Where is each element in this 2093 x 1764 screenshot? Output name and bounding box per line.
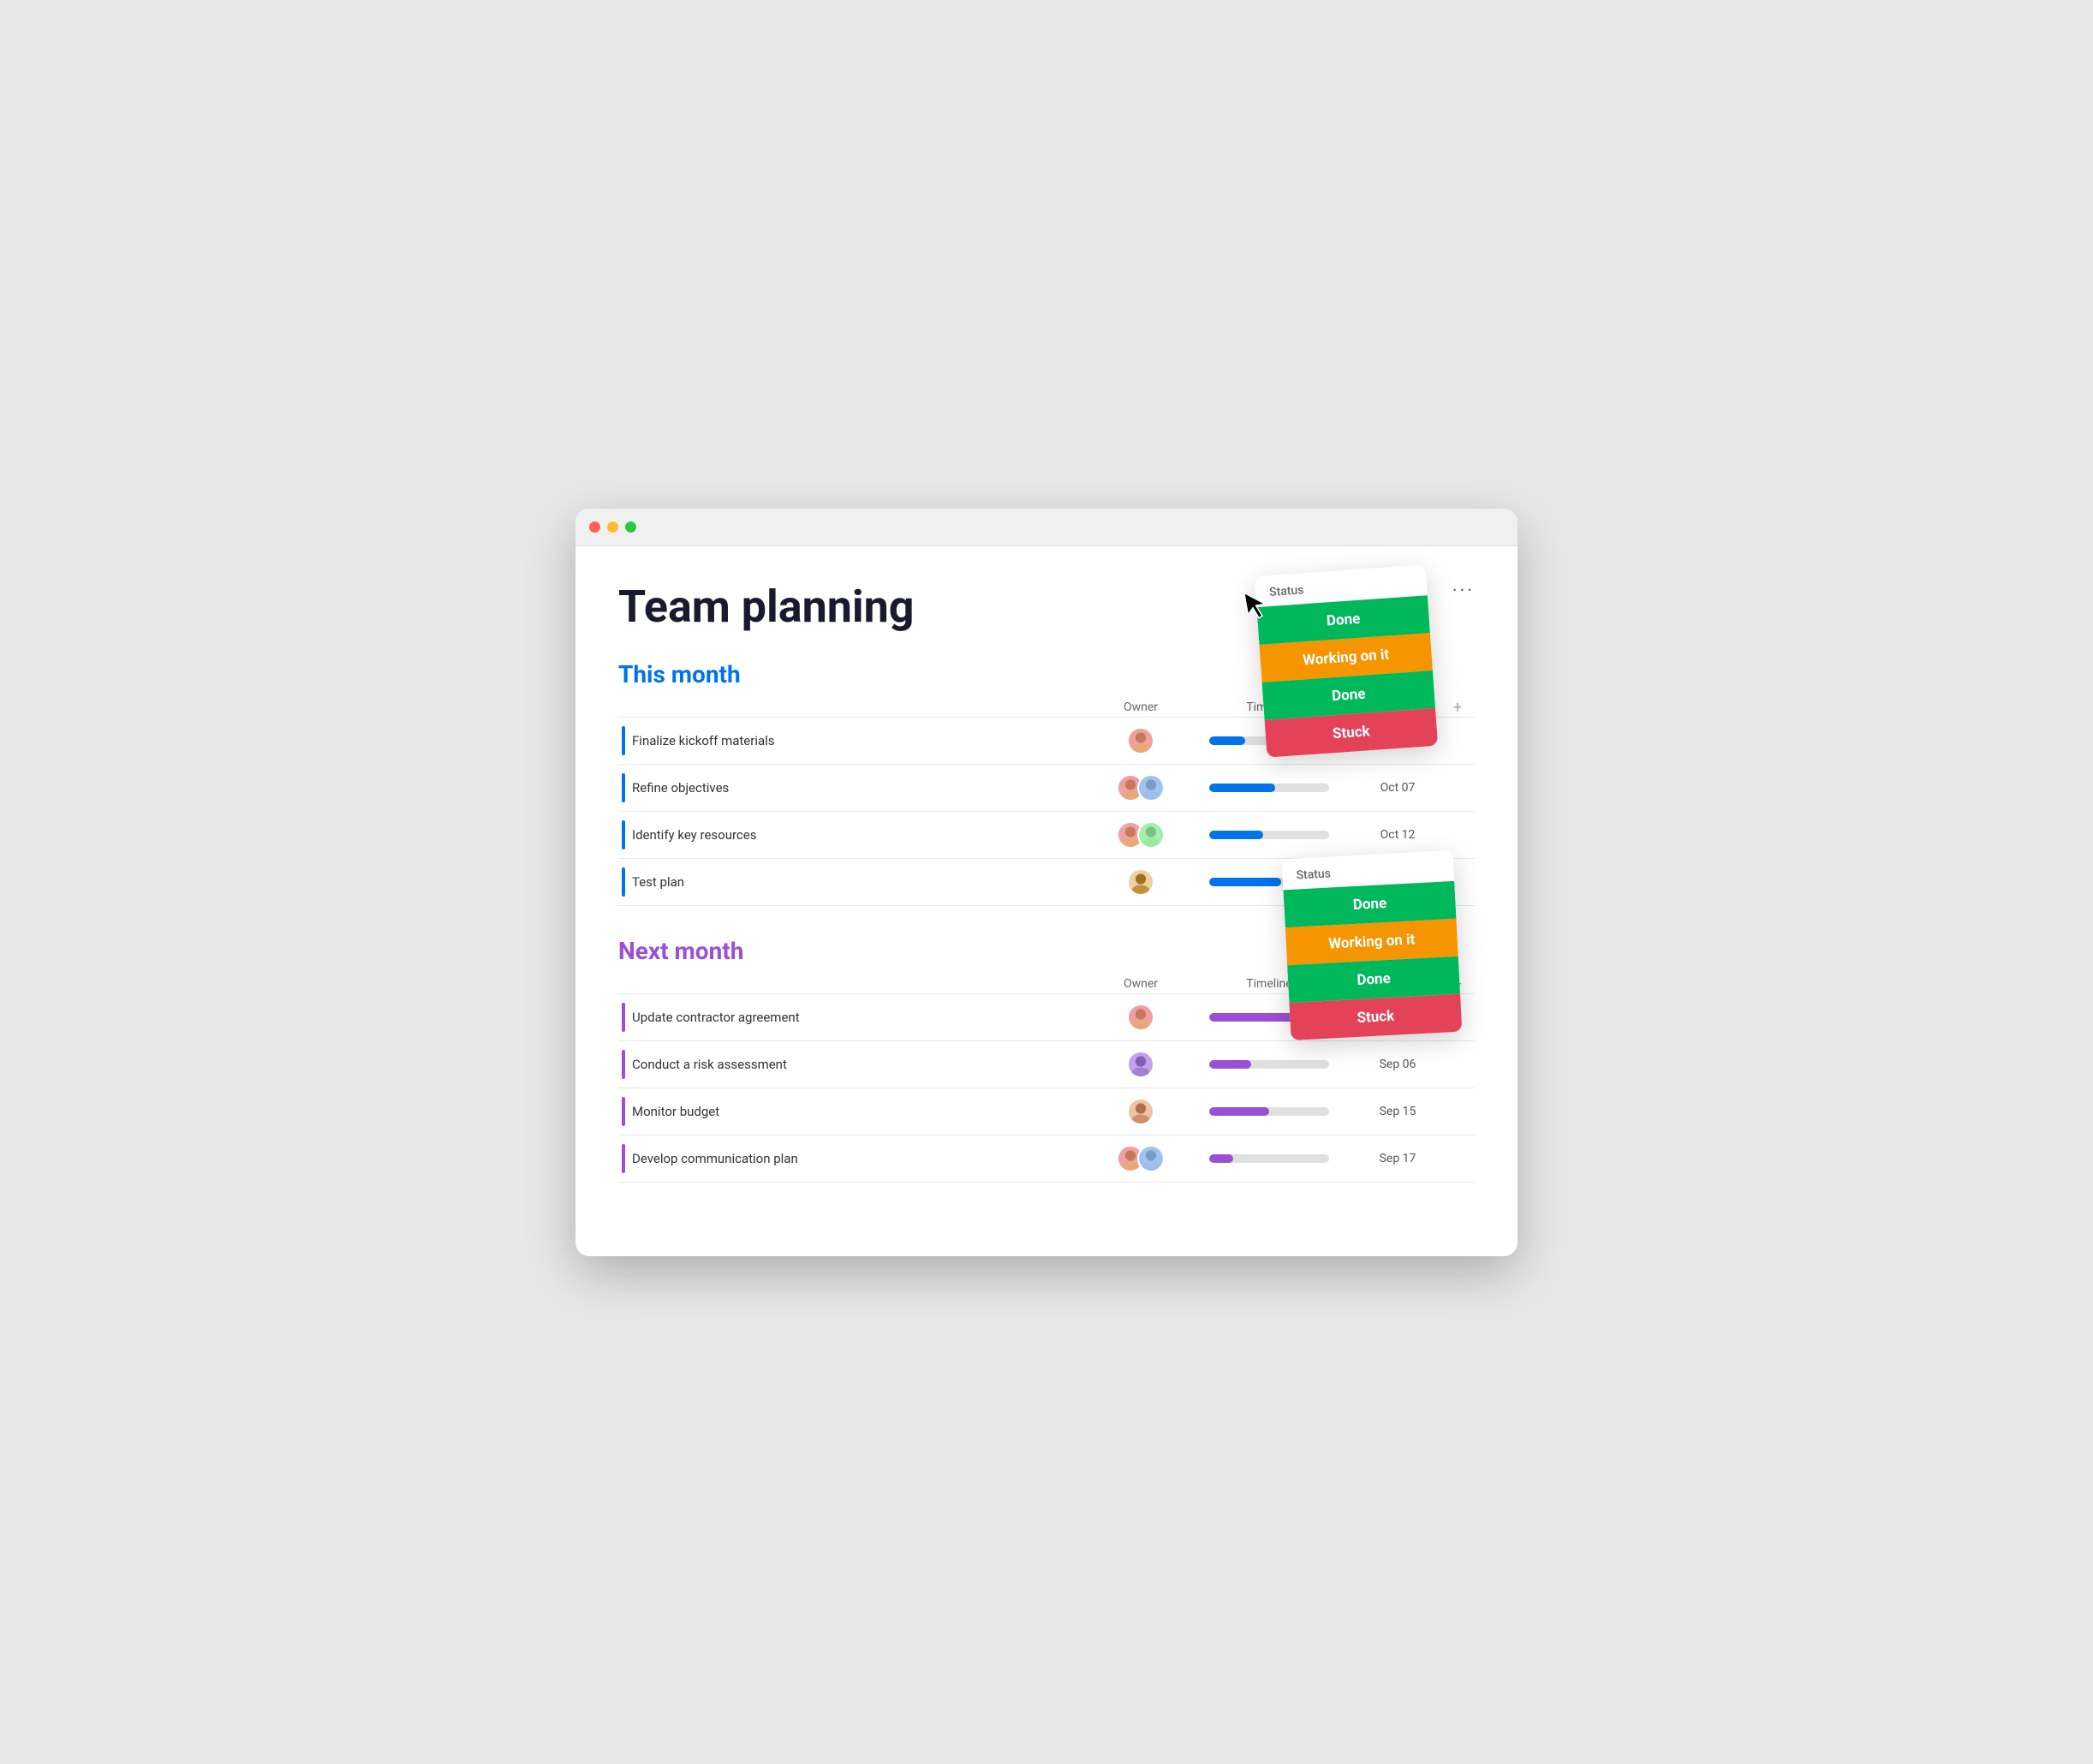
browser-content: ··· Team planning This month Owner Timel… <box>575 546 1518 1256</box>
table-row: Conduct a risk assessment Sep 06 <box>618 1040 1475 1088</box>
traffic-lights <box>589 521 636 533</box>
timeline-bar-fill <box>1209 831 1263 839</box>
avatar-group <box>1127 1098 1154 1125</box>
avatar <box>1127 727 1154 754</box>
timeline-bar-fill <box>1209 878 1281 886</box>
task-date: Sep 06 <box>1355 1058 1440 1071</box>
timeline-bar-container <box>1209 831 1329 839</box>
task-owner <box>1098 821 1184 849</box>
avatar <box>1127 1098 1154 1125</box>
avatar <box>1127 1004 1154 1031</box>
task-timeline <box>1184 1154 1355 1163</box>
timeline-bar-fill <box>1209 1013 1299 1022</box>
avatar-group <box>1127 868 1154 896</box>
col-header-add-1[interactable]: + <box>1440 699 1475 717</box>
section-bar <box>622 1050 625 1079</box>
status-card-1: Status Done Working on it Done Stuck <box>1255 564 1438 757</box>
task-name: Monitor budget <box>632 1104 719 1119</box>
avatar-group <box>1127 1004 1154 1031</box>
close-button[interactable] <box>589 521 600 533</box>
timeline-bar-fill <box>1209 736 1245 745</box>
section-bar <box>622 1003 625 1032</box>
avatar-group <box>1117 774 1165 802</box>
avatar-group <box>1117 1145 1165 1172</box>
task-timeline <box>1184 1107 1355 1116</box>
avatar <box>1127 1051 1154 1078</box>
task-owner <box>1098 1004 1184 1031</box>
table-row: Monitor budget Sep 15 <box>618 1088 1475 1135</box>
timeline-bar-fill <box>1209 784 1275 792</box>
status-card-2: Status Done Working on it Done Stuck <box>1282 849 1463 1040</box>
col-header-owner-1: Owner <box>1098 700 1184 714</box>
more-menu-button[interactable]: ··· <box>1452 581 1475 602</box>
task-timeline <box>1184 831 1355 839</box>
maximize-button[interactable] <box>625 521 636 533</box>
minimize-button[interactable] <box>607 521 618 533</box>
task-name-cell: Monitor budget <box>618 1097 1098 1126</box>
task-date: Sep 17 <box>1355 1152 1440 1165</box>
avatar <box>1137 821 1165 849</box>
timeline-bar-container <box>1209 1154 1329 1163</box>
task-owner <box>1098 868 1184 896</box>
task-name-cell: Finalize kickoff materials <box>618 726 1098 755</box>
task-name-cell: Refine objectives <box>618 773 1098 802</box>
task-date: Oct 07 <box>1355 781 1440 795</box>
task-name: Conduct a risk assessment <box>632 1057 787 1072</box>
section-bar <box>622 1144 625 1173</box>
task-name-cell: Update contractor agreement <box>618 1003 1098 1032</box>
browser-window: ··· Team planning This month Owner Timel… <box>575 509 1518 1256</box>
avatar-group <box>1127 1051 1154 1078</box>
section-bar <box>622 820 625 849</box>
task-owner <box>1098 1145 1184 1172</box>
table-row: Develop communication plan <box>618 1135 1475 1183</box>
task-date: Sep 15 <box>1355 1105 1440 1118</box>
task-date: Oct 12 <box>1355 828 1440 842</box>
task-name: Finalize kickoff materials <box>632 733 775 748</box>
task-name: Identify key resources <box>632 827 756 843</box>
timeline-bar-container <box>1209 1060 1329 1069</box>
avatar <box>1127 868 1154 896</box>
avatar <box>1137 774 1165 802</box>
avatar-group <box>1127 727 1154 754</box>
task-name-cell: Test plan <box>618 867 1098 897</box>
col-header-owner-2: Owner <box>1098 977 1184 991</box>
timeline-bar-fill <box>1209 1060 1251 1069</box>
section-title-this-month: This month <box>618 660 741 688</box>
avatar-group <box>1117 821 1165 849</box>
section-bar <box>622 1097 625 1126</box>
section-bar <box>622 773 625 802</box>
task-name: Develop communication plan <box>632 1151 798 1166</box>
task-timeline <box>1184 1060 1355 1069</box>
task-owner <box>1098 1051 1184 1078</box>
timeline-bar-fill <box>1209 1154 1233 1163</box>
task-owner <box>1098 1098 1184 1125</box>
timeline-bar-container <box>1209 784 1329 792</box>
avatar <box>1137 1145 1165 1172</box>
task-name-cell: Identify key resources <box>618 820 1098 849</box>
task-timeline <box>1184 784 1355 792</box>
section-title-next-month: Next month <box>618 937 743 965</box>
task-name: Test plan <box>632 874 684 890</box>
task-name-cell: Conduct a risk assessment <box>618 1050 1098 1079</box>
table-row: Identify key resources <box>618 811 1475 858</box>
timeline-bar-fill <box>1209 1107 1269 1116</box>
section-bar <box>622 726 625 755</box>
task-name-cell: Develop communication plan <box>618 1144 1098 1173</box>
browser-toolbar <box>575 509 1518 546</box>
task-name: Refine objectives <box>632 780 729 796</box>
timeline-bar-container <box>1209 1107 1329 1116</box>
table-row: Refine objectives <box>618 764 1475 811</box>
task-owner <box>1098 727 1184 754</box>
section-bar <box>622 867 625 897</box>
task-name: Update contractor agreement <box>632 1010 800 1025</box>
task-owner <box>1098 774 1184 802</box>
